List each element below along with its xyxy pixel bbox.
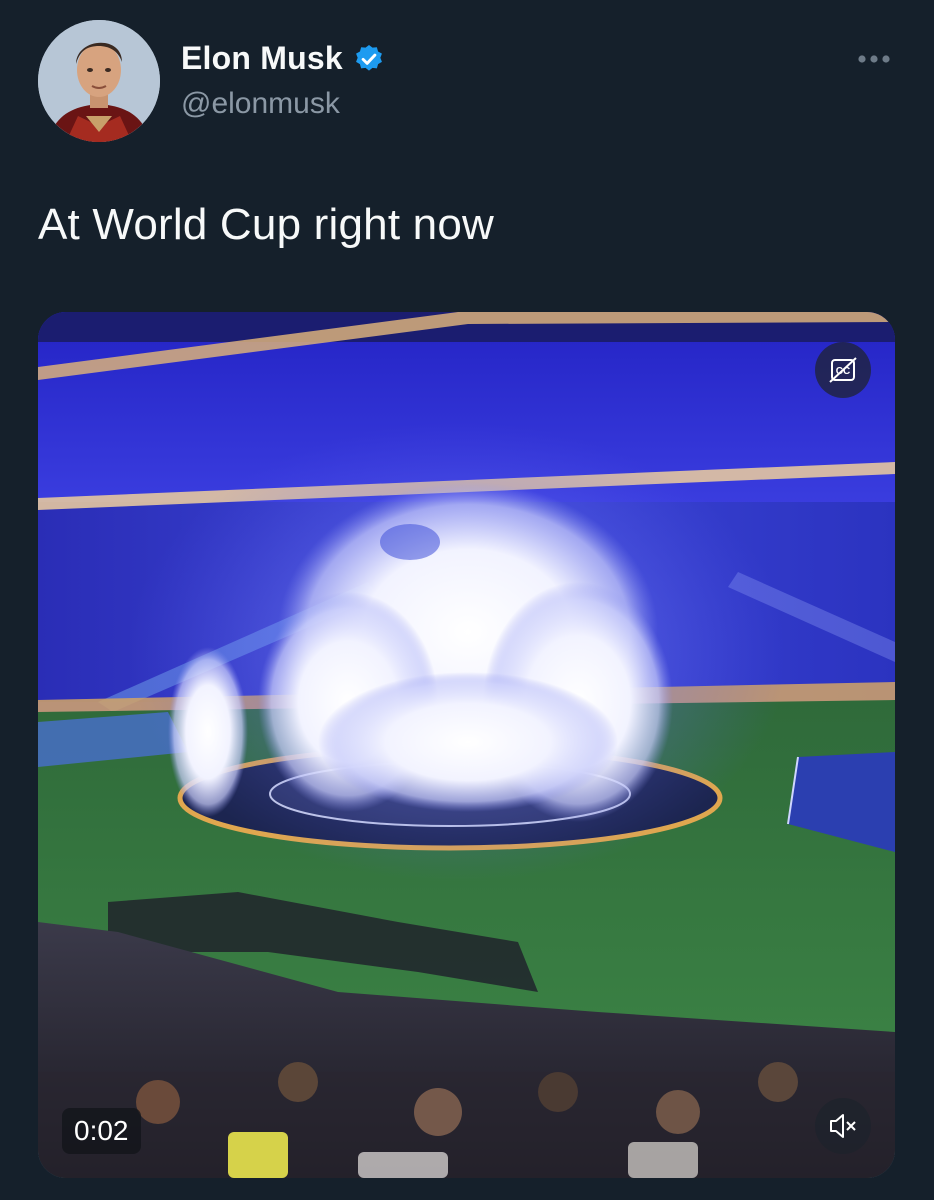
video-player[interactable]: CC 0:02 [38, 312, 895, 1178]
speaker-muted-icon [830, 1114, 856, 1138]
closed-captions-off-icon: CC [829, 357, 857, 383]
avatar[interactable] [38, 20, 160, 142]
verified-badge-icon [355, 44, 382, 71]
video-frame [38, 312, 895, 1178]
more-options-button[interactable] [852, 44, 896, 74]
mute-button[interactable] [815, 1098, 871, 1154]
captions-button[interactable]: CC [815, 342, 871, 398]
video-timestamp: 0:02 [62, 1108, 141, 1154]
author-name[interactable]: Elon Musk [181, 40, 343, 77]
more-options-icon [858, 55, 890, 63]
author-name-row[interactable]: Elon Musk [181, 40, 385, 77]
avatar-photo [38, 20, 160, 142]
author-handle[interactable]: @elonmusk [181, 87, 340, 121]
tweet-text: At World Cup right now [38, 200, 495, 249]
